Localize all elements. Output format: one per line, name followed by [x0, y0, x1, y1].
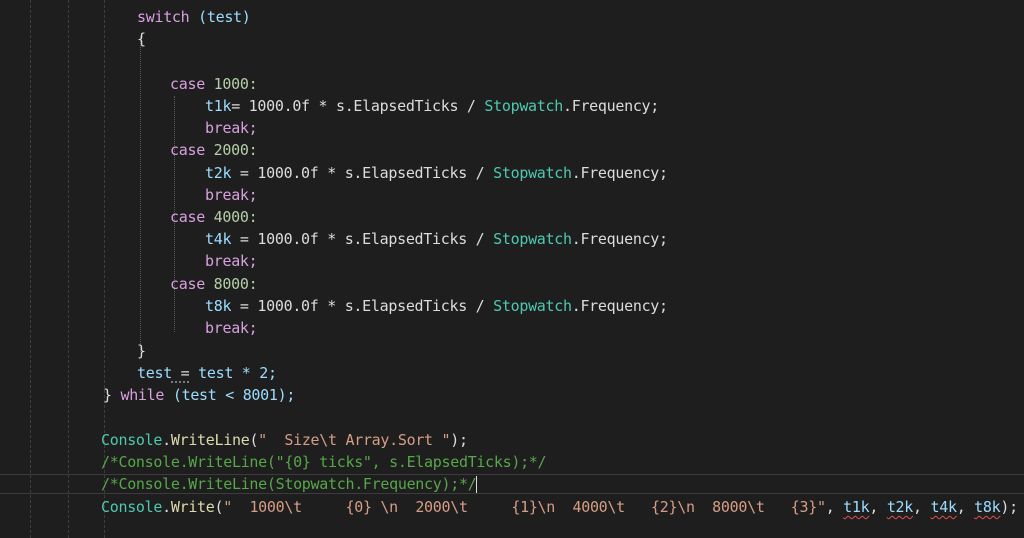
- brace: }: [137, 342, 146, 360]
- code-line[interactable]: case 2000:: [170, 139, 258, 161]
- code-line[interactable]: Console.WriteLine(" Size\t Array.Sort ")…: [101, 429, 468, 451]
- variable-error[interactable]: t4k: [931, 498, 958, 516]
- string-literal: " Size\t Array.Sort ": [258, 431, 451, 449]
- code-text: ,: [913, 498, 931, 516]
- type-name: Stopwatch: [493, 164, 572, 182]
- text-cursor: [476, 476, 478, 493]
- code-text: .Frequency;: [562, 97, 660, 115]
- keyword: break;: [205, 119, 258, 137]
- code-text: = 1000.0f * s.ElapsedTicks /: [231, 297, 494, 315]
- code-text: .Frequency;: [571, 164, 668, 182]
- keyword: case: [170, 275, 205, 293]
- code-text: test * 2;: [189, 364, 277, 382]
- code-text: .Frequency;: [571, 230, 668, 248]
- keyword: while: [120, 386, 165, 404]
- type-name: Console: [101, 431, 163, 449]
- variable: t8k: [205, 297, 232, 315]
- code-text: .: [162, 431, 171, 449]
- type-name: Stopwatch: [493, 297, 572, 315]
- code-line[interactable]: case 8000:: [170, 273, 258, 295]
- code-text: = 1000.0f * s.ElapsedTicks /: [231, 164, 494, 182]
- code-line[interactable]: break;: [205, 250, 258, 272]
- method-name: WriteLine: [170, 431, 250, 449]
- code-line[interactable]: break;: [205, 184, 258, 206]
- type-name: Stopwatch: [484, 97, 563, 115]
- code-text: (test < 8001);: [164, 386, 296, 404]
- type-name: Console: [101, 498, 163, 516]
- code-text: 8000:: [204, 275, 258, 293]
- code-line[interactable]: t2k = 1000.0f * s.ElapsedTicks / Stopwat…: [205, 162, 668, 184]
- code-text: ,: [825, 498, 844, 516]
- variable-error[interactable]: t8k: [974, 498, 1001, 516]
- code-text: (: [249, 431, 259, 449]
- code-text: = 1000.0f * s.ElapsedTicks /: [231, 230, 494, 248]
- code-line[interactable]: {: [137, 28, 146, 50]
- indent-guide: [68, 0, 69, 538]
- code-text: (: [214, 498, 224, 516]
- code-text: ,: [869, 498, 887, 516]
- code-line[interactable]: break;: [205, 317, 258, 339]
- keyword: case: [170, 208, 205, 226]
- keyword: break;: [205, 186, 258, 204]
- keyword: case: [170, 75, 205, 93]
- brace: }: [103, 386, 121, 404]
- code-line[interactable]: /*Console.WriteLine(Stopwatch.Frequency)…: [101, 473, 478, 495]
- keyword: case: [170, 141, 205, 159]
- suggestion-dots[interactable]: =: [172, 364, 190, 382]
- code-text: .Frequency;: [571, 297, 668, 315]
- code-line[interactable]: t8k = 1000.0f * s.ElapsedTicks / Stopwat…: [205, 295, 668, 317]
- indent-guide: [140, 36, 141, 352]
- variable: t4k: [205, 230, 232, 248]
- keyword: break;: [205, 319, 258, 337]
- indent-guide: [30, 0, 31, 538]
- code-text: = 1000.0f * s.ElapsedTicks /: [231, 97, 485, 115]
- code-line[interactable]: switch (test): [137, 6, 251, 28]
- variable-error[interactable]: t2k: [887, 498, 914, 516]
- comment: /*Console.WriteLine("{0} ticks", s.Elaps…: [101, 453, 547, 471]
- variable: t2k: [205, 164, 232, 182]
- code-line[interactable]: break;: [205, 117, 258, 139]
- keyword: switch: [137, 8, 190, 26]
- code-line[interactable]: }: [137, 340, 146, 362]
- code-line[interactable]: t4k = 1000.0f * s.ElapsedTicks / Stopwat…: [205, 228, 668, 250]
- code-text: (test): [189, 8, 251, 26]
- code-text: );: [1000, 498, 1018, 516]
- method-name: Write: [170, 498, 215, 516]
- code-text: 4000:: [204, 208, 258, 226]
- variable-error[interactable]: t1k: [843, 498, 870, 516]
- code-line[interactable]: } while (test < 8001);: [103, 384, 295, 406]
- brace: {: [137, 30, 146, 48]
- code-line[interactable]: Console.Write(" 1000\t {0} \n 2000\t {1}…: [101, 496, 1018, 518]
- code-text: .: [162, 498, 171, 516]
- variable: t1k: [205, 97, 232, 115]
- variable: test: [137, 364, 172, 382]
- code-text: ,: [956, 498, 975, 516]
- code-line[interactable]: test = test * 2;: [137, 362, 277, 384]
- keyword: break;: [205, 252, 258, 270]
- type-name: Stopwatch: [493, 230, 572, 248]
- code-text: );: [450, 431, 468, 449]
- string-literal: " 1000\t {0} \n 2000\t {1}\n 4000\t {2}\…: [223, 498, 826, 516]
- code-text: 1000:: [204, 75, 258, 93]
- code-line[interactable]: case 4000:: [170, 206, 258, 228]
- code-line[interactable]: /*Console.WriteLine("{0} ticks", s.Elaps…: [101, 451, 547, 473]
- code-line[interactable]: t1k= 1000.0f * s.ElapsedTicks / Stopwatc…: [205, 95, 659, 117]
- code-editor[interactable]: switch (test) { case 1000: t1k= 1000.0f …: [0, 0, 1024, 538]
- code-line[interactable]: case 1000:: [170, 73, 258, 95]
- comment: /*Console.WriteLine(Stopwatch.Frequency)…: [101, 475, 477, 493]
- code-text: 2000:: [204, 141, 258, 159]
